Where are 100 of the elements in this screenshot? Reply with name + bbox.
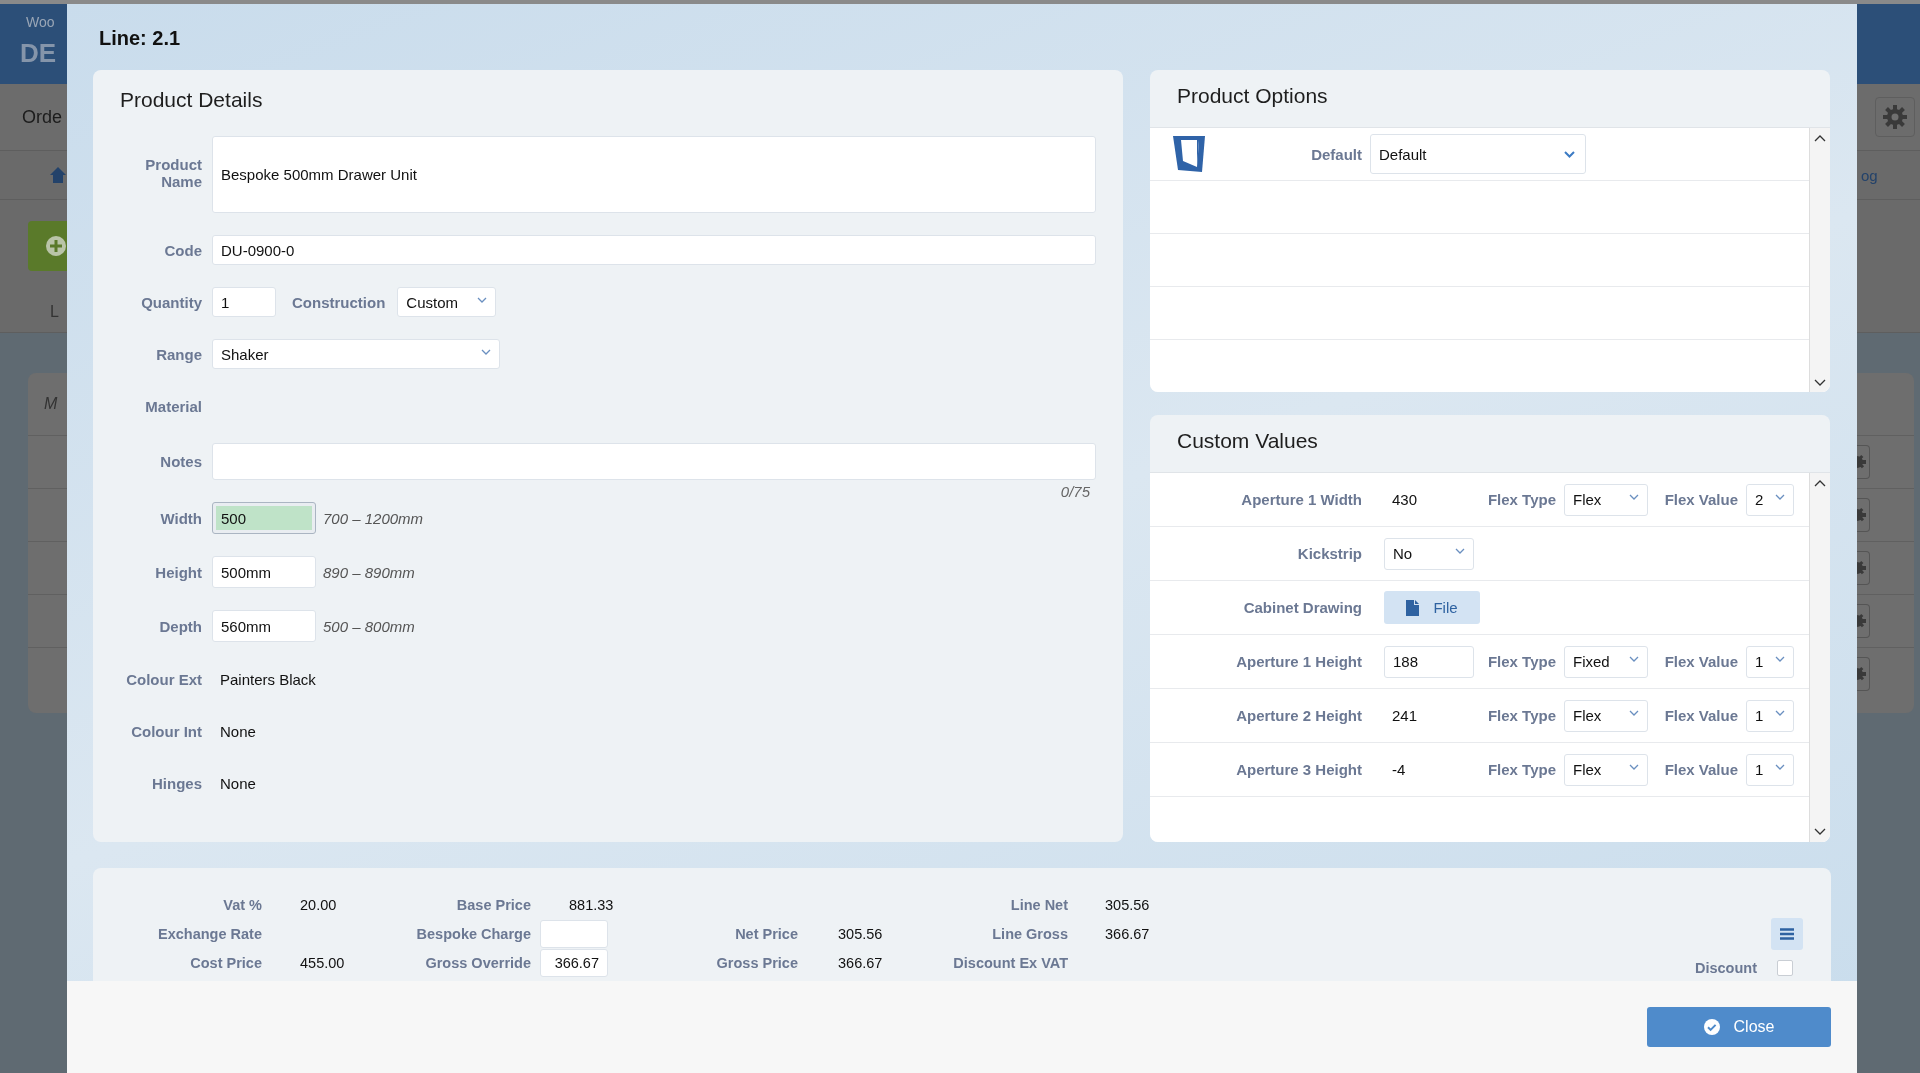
flex-type-select[interactable]: Flex (1564, 699, 1648, 732)
kickstrip-select[interactable]: No (1384, 537, 1474, 570)
home-icon[interactable] (50, 166, 66, 184)
chevron-down-icon (1629, 655, 1639, 662)
chevron-down-icon (1775, 763, 1785, 770)
price-field[interactable]: 366.67 (540, 948, 608, 977)
flex-value-select[interactable]: 1 (1746, 699, 1794, 732)
price-field[interactable] (540, 919, 608, 948)
field-label: Flex Value (1663, 491, 1738, 508)
product-name-field[interactable]: Bespoke 500mm Drawer Unit (212, 136, 1096, 213)
range-hint: 890 – 890mm (323, 563, 415, 581)
flex-value-select[interactable]: 2 (1746, 483, 1794, 516)
flex-value-select[interactable]: 1 (1746, 753, 1794, 786)
gear-icon (1882, 104, 1908, 130)
field-value: -4 (1391, 761, 1406, 778)
field-value: None (219, 722, 256, 740)
chevron-down-icon (1629, 763, 1639, 770)
app-title: DE (20, 38, 57, 69)
settings-button[interactable] (1875, 97, 1915, 137)
field-value: 241 (1391, 707, 1418, 724)
dimension-field[interactable]: 560mm (212, 610, 316, 642)
field-label: Colour Ext (125, 670, 202, 688)
price-label: Base Price (455, 896, 531, 913)
price-value: 366.67 (1105, 925, 1150, 942)
range-hint: 500 – 800mm (323, 617, 415, 635)
field-label: Flex Value (1663, 707, 1738, 724)
scrollbar[interactable] (1809, 128, 1830, 392)
panel-title: Product Details (119, 87, 264, 113)
settings-button[interactable] (1857, 551, 1870, 585)
field-label: Flex Value (1663, 761, 1738, 778)
price-label: Gross Override (424, 954, 531, 971)
close-button[interactable]: Close (1647, 1007, 1831, 1047)
range-select[interactable]: Shaker (212, 339, 500, 369)
code-field[interactable]: DU-0900-0 (212, 235, 1096, 265)
field-label: Material (144, 397, 202, 415)
price-label: Discount Ex VAT (952, 954, 1068, 971)
settings-button[interactable] (1857, 445, 1870, 479)
field-label: Kickstrip (1296, 545, 1362, 562)
field-label: Cabinet Drawing (1242, 599, 1362, 616)
field-label: Aperture 3 Height (1235, 761, 1362, 778)
option-select[interactable]: Default (1370, 134, 1586, 174)
field-value: None (219, 774, 256, 792)
dimension-field[interactable]: 500mm (212, 556, 316, 588)
gear-icon (1857, 506, 1867, 524)
flex-type-select[interactable]: Flex (1564, 753, 1648, 786)
discount-label: Discount (1694, 960, 1757, 976)
field-label: Depth (158, 617, 202, 635)
option-label: Default (1310, 145, 1362, 163)
field-label: Flex Type (1486, 491, 1556, 508)
gear-icon (1857, 665, 1867, 683)
flex-value-select[interactable]: 1 (1746, 645, 1794, 678)
field-label: Notes (159, 453, 202, 470)
scroll-up-icon[interactable] (1814, 134, 1826, 142)
field-label: Code (163, 241, 202, 259)
discount-checkbox[interactable] (1777, 960, 1793, 976)
dimension-field[interactable]: 500 (212, 502, 316, 534)
scroll-up-icon[interactable] (1814, 479, 1826, 487)
price-label: Gross Price (715, 954, 798, 971)
price-value: 20.00 (300, 896, 338, 913)
scroll-down-icon[interactable] (1814, 828, 1826, 836)
price-label: Bespoke Charge (415, 925, 531, 942)
file-button[interactable]: File (1384, 591, 1480, 624)
settings-button[interactable] (1857, 657, 1870, 691)
price-label: Cost Price (189, 954, 262, 971)
field-label: Flex Value (1663, 653, 1738, 670)
check-circle-icon (1703, 1019, 1720, 1035)
add-button[interactable] (28, 221, 67, 271)
scrollbar[interactable] (1809, 473, 1830, 842)
character-counter: 0/75 (1060, 484, 1090, 500)
field-label: Flex Type (1486, 653, 1556, 670)
flex-type-select[interactable]: Flex (1564, 483, 1648, 516)
field-label: Aperture 1 Width (1240, 491, 1362, 508)
field-label: Range (155, 345, 202, 363)
plus-icon (45, 235, 67, 257)
scroll-down-icon[interactable] (1814, 379, 1826, 387)
gear-icon (1857, 559, 1867, 577)
gear-icon (1857, 453, 1867, 471)
menu-button[interactable] (1771, 918, 1803, 950)
chevron-down-icon (477, 297, 488, 303)
notes-field[interactable] (212, 443, 1096, 480)
field-label: Flex Type (1486, 707, 1556, 724)
flex-type-select[interactable]: Fixed (1564, 645, 1648, 678)
file-icon (1406, 599, 1420, 616)
gear-icon (1857, 612, 1867, 630)
field-label: Hinges (151, 774, 202, 792)
quantity-field[interactable]: 1 (212, 287, 276, 317)
settings-button[interactable] (1857, 604, 1870, 638)
field-label: Quantity (140, 293, 202, 311)
menu-icon (1780, 928, 1794, 940)
chevron-down-icon (1629, 493, 1639, 500)
price-label: Line Gross (991, 925, 1068, 942)
price-value: 305.56 (1105, 896, 1150, 913)
settings-button[interactable] (1857, 498, 1870, 532)
chevron-down-icon (1775, 493, 1785, 500)
price-value: 455.00 (300, 954, 346, 971)
value-field[interactable]: 188 (1384, 645, 1474, 678)
price-value: 881.33 (569, 896, 615, 913)
price-value: 366.67 (838, 954, 884, 971)
construction-select[interactable]: Custom (397, 287, 497, 317)
field-label: Construction (292, 293, 386, 311)
